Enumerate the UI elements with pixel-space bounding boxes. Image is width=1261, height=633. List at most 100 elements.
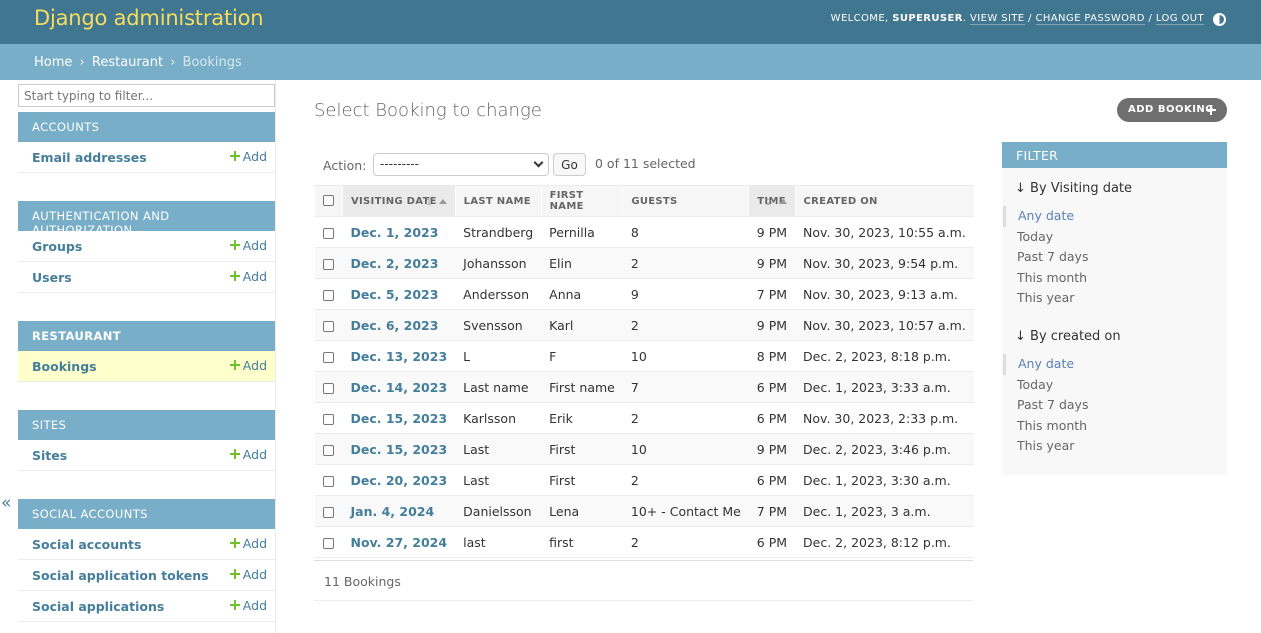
add-link[interactable]: Add xyxy=(229,536,267,551)
row-checkbox[interactable] xyxy=(322,444,334,456)
action-select[interactable]: --------- xyxy=(373,153,549,176)
row-checkbox[interactable] xyxy=(322,413,334,425)
model-link[interactable]: Social applications xyxy=(32,599,164,614)
go-button[interactable]: Go xyxy=(553,153,586,176)
module-caption[interactable]: Authentication and Authorization xyxy=(18,201,275,237)
model-link[interactable]: Groups xyxy=(32,239,82,254)
add-booking-button[interactable]: ADD BOOKING xyxy=(1117,98,1227,122)
add-link[interactable]: Add xyxy=(229,149,267,164)
add-link[interactable]: Add xyxy=(229,567,267,582)
row-checkbox[interactable] xyxy=(322,258,334,270)
row-checkbox[interactable] xyxy=(322,537,334,549)
breadcrumb-separator: › xyxy=(79,55,85,70)
select-all-checkbox[interactable] xyxy=(323,195,334,207)
breadcrumb-restaurant[interactable]: Restaurant xyxy=(92,55,163,70)
page-title: Select Booking to change xyxy=(314,100,542,121)
cell-last: Last name xyxy=(455,371,542,403)
booking-link[interactable]: Jan. 4, 2024 xyxy=(351,504,435,519)
row-select-cell xyxy=(314,278,343,310)
row-checkbox[interactable] xyxy=(322,382,334,394)
filter-option[interactable]: This month xyxy=(1003,416,1223,437)
filter-option[interactable]: Any date xyxy=(1003,206,1223,227)
booking-link[interactable]: Dec. 1, 2023 xyxy=(351,225,439,240)
view-site-link[interactable]: VIEW SITE xyxy=(970,13,1025,25)
model-link[interactable]: Social accounts xyxy=(32,537,141,552)
filter-title-visiting-date[interactable]: ↓ By Visiting date xyxy=(1015,181,1132,196)
filter-option[interactable]: Any date xyxy=(1003,354,1223,375)
filter-option[interactable]: This year xyxy=(1003,436,1223,457)
nav-filter-input[interactable] xyxy=(18,84,275,107)
column-first-name[interactable]: First name xyxy=(540,185,623,217)
model-link[interactable]: Bookings xyxy=(32,359,97,374)
sort-ascending-icon[interactable] xyxy=(778,199,787,204)
add-link[interactable]: Add xyxy=(229,269,267,284)
sidebar-item-sites: Sites Add xyxy=(18,440,275,471)
filter-option[interactable]: This year xyxy=(1003,288,1223,309)
filter-option[interactable]: Past 7 days xyxy=(1003,395,1223,416)
column-label: Guests xyxy=(631,195,678,207)
filter-option[interactable]: Today xyxy=(1003,375,1223,396)
cell-last: Strandberg xyxy=(455,216,542,248)
row-checkbox[interactable] xyxy=(322,351,334,363)
nav-sidebar: Accounts Email addresses Add Authenticat… xyxy=(0,80,276,633)
add-link[interactable]: Add xyxy=(229,598,267,613)
model-link[interactable]: Email addresses xyxy=(32,150,147,165)
site-title[interactable]: Django administration xyxy=(34,6,264,30)
column-last-name[interactable]: Last name xyxy=(454,185,542,217)
booking-link[interactable]: Dec. 5, 2023 xyxy=(351,287,439,302)
add-label: Add xyxy=(242,536,267,551)
row-checkbox[interactable] xyxy=(322,506,334,518)
action-label: Action: xyxy=(323,158,367,173)
breadcrumb: Home › Restaurant › Bookings xyxy=(0,44,1261,80)
sort-ascending-icon[interactable] xyxy=(438,199,447,204)
module-caption[interactable]: Accounts xyxy=(18,112,275,142)
log-out-link[interactable]: LOG OUT xyxy=(1155,13,1204,25)
paginator: 11 Bookings xyxy=(314,560,973,601)
module-restaurant: Restaurant Bookings Add xyxy=(18,321,275,382)
add-link[interactable]: Add xyxy=(229,358,267,373)
model-link[interactable]: Social application tokens xyxy=(32,568,209,583)
column-time[interactable]: Time 2 xyxy=(748,185,796,217)
actions-bar: Action: --------- Go 0 of 11 selected xyxy=(314,149,973,183)
row-checkbox[interactable] xyxy=(322,475,334,487)
column-guests[interactable]: Guests xyxy=(622,185,749,217)
filter-option[interactable]: This month xyxy=(1003,268,1223,289)
booking-link[interactable]: Dec. 15, 2023 xyxy=(351,442,448,457)
module-caption[interactable]: Sites xyxy=(18,410,275,440)
row-checkbox[interactable] xyxy=(322,320,334,332)
module-caption[interactable]: Restaurant xyxy=(18,321,275,351)
module-caption[interactable]: Social accounts xyxy=(18,499,275,529)
booking-link[interactable]: Dec. 20, 2023 xyxy=(351,473,448,488)
filter-option[interactable]: Today xyxy=(1003,227,1223,248)
table-row: Dec. 15, 2023 Last First 10 9 PM Dec. 2, 2023… xyxy=(314,433,974,465)
column-created-on[interactable]: Created on xyxy=(794,185,974,217)
changelist-filter: FILTER ↓ By Visiting date Any date Today P… xyxy=(1002,142,1227,475)
add-link[interactable]: Add xyxy=(229,238,267,253)
toggle-sidebar-icon[interactable]: « xyxy=(1,493,11,513)
filter-option[interactable]: Past 7 days xyxy=(1003,247,1223,268)
action-select-value: --------- xyxy=(380,157,419,171)
add-link[interactable]: Add xyxy=(229,447,267,462)
booking-link[interactable]: Dec. 2, 2023 xyxy=(351,256,439,271)
row-checkbox[interactable] xyxy=(322,289,334,301)
booking-link[interactable]: Dec. 13, 2023 xyxy=(351,349,448,364)
row-select-cell xyxy=(314,340,343,372)
model-link[interactable]: Sites xyxy=(32,448,67,463)
booking-link[interactable]: Dec. 15, 2023 xyxy=(351,411,448,426)
booking-link[interactable]: Dec. 6, 2023 xyxy=(351,318,439,333)
cell-time: 9 PM xyxy=(748,247,796,279)
booking-link[interactable]: Dec. 14, 2023 xyxy=(351,380,448,395)
breadcrumb-home[interactable]: Home xyxy=(34,55,72,70)
cell-guests: 10 xyxy=(622,433,749,465)
cell-date: Dec. 5, 2023 xyxy=(342,278,456,310)
filter-title-created-on[interactable]: ↓ By created on xyxy=(1015,329,1121,344)
row-select-cell xyxy=(314,526,343,558)
change-password-link[interactable]: CHANGE PASSWORD xyxy=(1035,13,1145,25)
booking-link[interactable]: Nov. 27, 2024 xyxy=(351,535,448,550)
model-link[interactable]: Users xyxy=(32,270,72,285)
separator: / xyxy=(1148,13,1153,24)
cell-last: Last xyxy=(455,433,542,465)
row-checkbox[interactable] xyxy=(322,227,334,239)
column-visiting-date[interactable]: Visiting date 1 xyxy=(342,185,456,217)
theme-toggle-icon[interactable] xyxy=(1213,13,1226,26)
